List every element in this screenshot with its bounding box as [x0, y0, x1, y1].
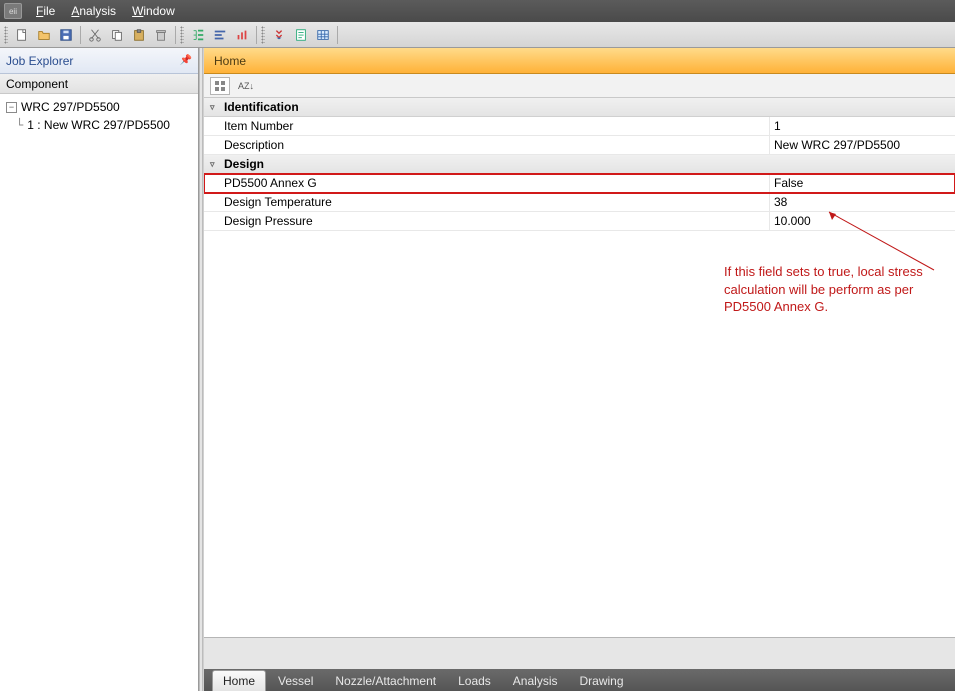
- prop-label: Item Number: [204, 117, 770, 135]
- bottom-tab-loads[interactable]: Loads: [448, 671, 501, 691]
- propgrid-row[interactable]: Item Number1: [204, 117, 955, 136]
- component-tree: − WRC 297/PD5500 └ 1 : New WRC 297/PD550…: [0, 94, 198, 691]
- propgrid-toolbar: AZ↓: [204, 74, 955, 98]
- report-button[interactable]: [291, 25, 311, 45]
- categorize-button[interactable]: [210, 77, 230, 95]
- save-button[interactable]: [56, 25, 76, 45]
- toolbar-grip-icon: [180, 26, 184, 44]
- sort-az-button[interactable]: AZ↓: [236, 77, 256, 95]
- propgrid-row[interactable]: PD5500 Annex GFalse: [204, 174, 955, 193]
- propgrid-section-header[interactable]: ▿ Identification: [204, 98, 955, 117]
- prop-value[interactable]: New WRC 297/PD5500: [770, 136, 955, 154]
- open-folder-button[interactable]: [34, 25, 54, 45]
- prop-value[interactable]: 1: [770, 117, 955, 135]
- tree-button[interactable]: [188, 25, 208, 45]
- propgrid-row[interactable]: DescriptionNew WRC 297/PD5500: [204, 136, 955, 155]
- bottom-tabstrip: HomeVesselNozzle/AttachmentLoadsAnalysis…: [204, 669, 955, 691]
- bottom-tab-home[interactable]: Home: [212, 670, 266, 691]
- align-button[interactable]: [210, 25, 230, 45]
- tree-child-row[interactable]: └ 1 : New WRC 297/PD5500: [2, 116, 196, 134]
- chart-button[interactable]: [232, 25, 252, 45]
- tab-header: Home: [204, 48, 955, 74]
- collapse-icon[interactable]: −: [6, 102, 17, 113]
- toolbar-separator: [256, 26, 257, 44]
- bottom-tab-drawing[interactable]: Drawing: [569, 671, 633, 691]
- menu-analysis[interactable]: Analysis: [63, 2, 124, 20]
- tab-title: Home: [214, 54, 246, 68]
- job-explorer-title: Job Explorer: [6, 54, 73, 68]
- toolbar-grip-icon: [4, 26, 8, 44]
- toolbar-grip-icon: [261, 26, 265, 44]
- menu-file[interactable]: File: [28, 2, 63, 20]
- tree-root-row[interactable]: − WRC 297/PD5500: [2, 98, 196, 116]
- property-grid: ▿ Identification Item Number1DescriptionNe…: [204, 98, 955, 637]
- propgrid-row[interactable]: Design Pressure10.000: [204, 212, 955, 231]
- tree-root-label: WRC 297/PD5500: [21, 100, 120, 114]
- section-title: Identification: [224, 100, 299, 114]
- menu-window[interactable]: Window: [124, 2, 183, 20]
- property-panel: Home AZ↓ ▿ Identification Item Number1Desc…: [203, 48, 955, 691]
- tree-elbow-icon: └: [16, 118, 23, 132]
- app-logo-icon: eii: [4, 3, 22, 19]
- copy-button[interactable]: [107, 25, 127, 45]
- prop-value[interactable]: 10.000: [770, 212, 955, 230]
- pin-icon[interactable]: 📌: [180, 55, 192, 66]
- chevron-down-icon: ▿: [210, 102, 220, 113]
- delete-button[interactable]: [151, 25, 171, 45]
- toolbar: [0, 22, 955, 48]
- bottom-tab-analysis[interactable]: Analysis: [503, 671, 568, 691]
- job-explorer-header: Job Explorer 📌: [0, 48, 198, 74]
- paste-button[interactable]: [129, 25, 149, 45]
- job-explorer-panel: Job Explorer 📌 Component − WRC 297/PD550…: [0, 48, 199, 691]
- toolbar-separator: [337, 26, 338, 44]
- bottom-tab-nozzle-attachment[interactable]: Nozzle/Attachment: [325, 671, 446, 691]
- grid-button[interactable]: [313, 25, 333, 45]
- prop-value[interactable]: 38: [770, 193, 955, 211]
- cut-button[interactable]: [85, 25, 105, 45]
- chevron-down-icon: ▿: [210, 159, 220, 170]
- bottom-tab-vessel[interactable]: Vessel: [268, 671, 323, 691]
- new-doc-button[interactable]: [12, 25, 32, 45]
- prop-label: Design Temperature: [204, 193, 770, 211]
- section-title: Design: [224, 157, 264, 171]
- component-header-label: Component: [6, 77, 68, 91]
- toolbar-separator: [80, 26, 81, 44]
- run-button[interactable]: [269, 25, 289, 45]
- prop-value[interactable]: False: [770, 174, 955, 192]
- toolbar-separator: [175, 26, 176, 44]
- prop-label: PD5500 Annex G: [204, 174, 770, 192]
- annotation-text: If this field sets to true, local stress…: [724, 263, 954, 316]
- menu-bar: eii File Analysis Window: [0, 0, 955, 22]
- prop-label: Design Pressure: [204, 212, 770, 230]
- prop-label: Description: [204, 136, 770, 154]
- description-pane: [204, 637, 955, 669]
- propgrid-section-header[interactable]: ▿ Design: [204, 155, 955, 174]
- component-header[interactable]: Component: [0, 74, 198, 94]
- propgrid-row[interactable]: Design Temperature38: [204, 193, 955, 212]
- tree-child-label: 1 : New WRC 297/PD5500: [27, 118, 170, 132]
